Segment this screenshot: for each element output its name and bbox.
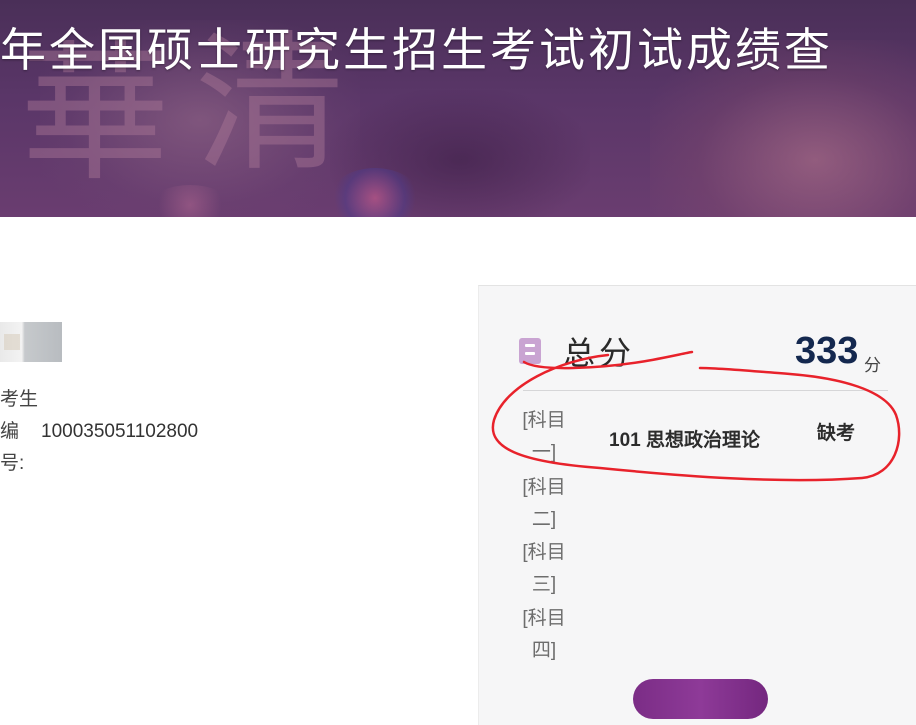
candidate-number-label: 号: (0, 453, 25, 474)
candidate-id-row: 编 100035051102800 (0, 416, 198, 443)
score-panel: 总分 333 分 [科目一] 101 思想政治理论 缺考 [科目二] [科目三]… (478, 285, 916, 725)
total-score-label: 总分 (563, 334, 636, 372)
header-banner: 華 清 年全国硕士研究生招生考试初试成绩查 (0, 0, 916, 217)
candidate-type: 考生 (0, 389, 39, 410)
subject-1-name: 101 思想政治理论 (609, 430, 760, 451)
total-score-unit: 分 (864, 356, 881, 375)
subject-3-label: [科目三] (522, 542, 566, 595)
candidate-id-value: 100035051102800 (41, 421, 199, 442)
candidate-name-redacted (0, 322, 62, 362)
candidate-info: 考生 编 100035051102800 号: (0, 322, 420, 474)
divider (523, 390, 888, 391)
candidate-id-label: 编 (0, 421, 20, 442)
total-score-value: 333 (795, 330, 859, 372)
action-button[interactable] (633, 679, 768, 719)
banner-decoration (150, 185, 230, 217)
subject-1-status: 缺考 (817, 423, 856, 444)
page-title: 年全国硕士研究生招生考试初试成绩查 (0, 23, 833, 77)
subject-2-label: [科目二] (522, 477, 566, 530)
subject-4-label: [科目四] (522, 608, 566, 661)
subject-1-label: [科目一] (522, 410, 566, 463)
document-icon (519, 338, 541, 364)
